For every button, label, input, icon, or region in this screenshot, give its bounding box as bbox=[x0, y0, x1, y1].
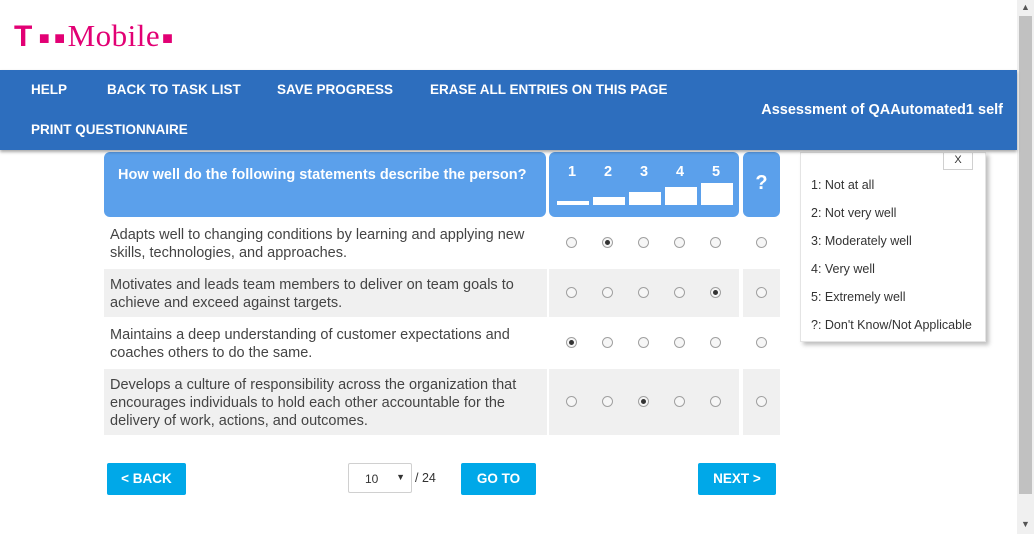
row2-radio-3[interactable] bbox=[638, 287, 649, 298]
next-button[interactable]: NEXT > bbox=[698, 463, 776, 495]
page-number-value: 10 bbox=[365, 472, 379, 486]
legend-item-2: 2: Not very well bbox=[811, 206, 897, 220]
scale-label-3: 3 bbox=[639, 164, 649, 180]
scale-bar-4 bbox=[665, 187, 697, 205]
unknown-cell-row-2 bbox=[743, 269, 780, 317]
scroll-thumb[interactable] bbox=[1019, 16, 1032, 494]
statement-row-2: Motivates and leads team members to deli… bbox=[104, 269, 547, 317]
row4-radio-3[interactable] bbox=[638, 396, 649, 407]
rating-group-row-4 bbox=[549, 369, 739, 435]
scale-label-4: 4 bbox=[675, 164, 685, 180]
page-total: / 24 bbox=[415, 471, 436, 485]
row1-radio-1[interactable] bbox=[566, 237, 577, 248]
unknown-cell-row-1 bbox=[743, 219, 780, 267]
row3-radio-1[interactable] bbox=[566, 337, 577, 348]
tmobile-logo: T ■ ■Mobile ■ bbox=[14, 18, 174, 53]
scale-bar-1 bbox=[557, 201, 589, 205]
logo-t: T bbox=[14, 20, 33, 53]
row3-radio-3[interactable] bbox=[638, 337, 649, 348]
row1-radio-4[interactable] bbox=[674, 237, 685, 248]
help-link[interactable]: HELP bbox=[31, 82, 67, 97]
scale-bar-3 bbox=[629, 192, 661, 205]
erase-all-entries-link[interactable]: ERASE ALL ENTRIES ON THIS PAGE bbox=[430, 82, 668, 97]
legend-item-1: 1: Not at all bbox=[811, 178, 875, 192]
rating-group-row-3 bbox=[549, 319, 739, 367]
unknown-column-header: ? bbox=[743, 152, 780, 217]
row4-radio-1[interactable] bbox=[566, 396, 577, 407]
logo-text: Mobile bbox=[67, 18, 161, 53]
row2-radio-5[interactable] bbox=[710, 287, 721, 298]
top-navigation-bar: HELP BACK TO TASK LIST SAVE PROGRESS ERA… bbox=[0, 70, 1017, 150]
row4-radio-5[interactable] bbox=[710, 396, 721, 407]
statement-row-1: Adapts well to changing conditions by le… bbox=[110, 227, 525, 261]
unknown-cell-row-4 bbox=[743, 369, 780, 435]
row4-radio-2[interactable] bbox=[602, 396, 613, 407]
row2-radio-4[interactable] bbox=[674, 287, 685, 298]
row4-radio-4[interactable] bbox=[674, 396, 685, 407]
scale-label-2: 2 bbox=[603, 164, 613, 180]
back-button[interactable]: < BACK bbox=[107, 463, 186, 495]
row3-radio-unknown[interactable] bbox=[756, 337, 767, 348]
unknown-cell-row-3 bbox=[743, 319, 780, 367]
page-number-select[interactable]: 10 ▼ bbox=[348, 463, 412, 493]
back-to-task-list-link[interactable]: BACK TO TASK LIST bbox=[107, 82, 241, 97]
save-progress-link[interactable]: SAVE PROGRESS bbox=[277, 82, 393, 97]
row1-radio-5[interactable] bbox=[710, 237, 721, 248]
assessment-title: Assessment of QAAutomated1 self bbox=[761, 102, 1003, 118]
legend-item-3: 3: Moderately well bbox=[811, 234, 912, 248]
row1-radio-unknown[interactable] bbox=[756, 237, 767, 248]
row1-radio-2[interactable] bbox=[602, 237, 613, 248]
rating-group-row-2 bbox=[549, 269, 739, 317]
go-to-button[interactable]: GO TO bbox=[461, 463, 536, 495]
page-scrollbar[interactable]: ▲ ▼ bbox=[1017, 0, 1034, 534]
rating-group-row-1 bbox=[549, 219, 739, 267]
scale-label-5: 5 bbox=[711, 164, 721, 180]
chevron-down-icon: ▼ bbox=[396, 472, 405, 482]
row2-radio-2[interactable] bbox=[602, 287, 613, 298]
row2-radio-1[interactable] bbox=[566, 287, 577, 298]
row1-radio-3[interactable] bbox=[638, 237, 649, 248]
row3-radio-5[interactable] bbox=[710, 337, 721, 348]
question-header: How well do the following statements des… bbox=[104, 152, 546, 217]
scroll-up-arrow-icon[interactable]: ▲ bbox=[1017, 0, 1034, 15]
scroll-down-arrow-icon[interactable]: ▼ bbox=[1017, 517, 1034, 532]
statement-row-4: Develops a culture of responsibility acr… bbox=[104, 369, 547, 435]
statement-row-3: Maintains a deep understanding of custom… bbox=[110, 327, 510, 361]
print-questionnaire-link[interactable]: PRINT QUESTIONNAIRE bbox=[31, 122, 188, 137]
row2-radio-unknown[interactable] bbox=[756, 287, 767, 298]
legend-close-button[interactable]: X bbox=[943, 153, 973, 170]
scale-bar-5 bbox=[701, 183, 733, 205]
rating-legend-panel: X 1: Not at all 2: Not very well 3: Mode… bbox=[800, 152, 986, 342]
row3-radio-4[interactable] bbox=[674, 337, 685, 348]
legend-item-unknown: ?: Don't Know/Not Applicable bbox=[811, 318, 972, 332]
rating-scale-header: 1 2 3 4 5 bbox=[549, 152, 739, 217]
row4-radio-unknown[interactable] bbox=[756, 396, 767, 407]
scale-bar-2 bbox=[593, 197, 625, 205]
scale-label-1: 1 bbox=[567, 164, 577, 180]
row3-radio-2[interactable] bbox=[602, 337, 613, 348]
legend-item-4: 4: Very well bbox=[811, 262, 875, 276]
legend-item-5: 5: Extremely well bbox=[811, 290, 906, 304]
